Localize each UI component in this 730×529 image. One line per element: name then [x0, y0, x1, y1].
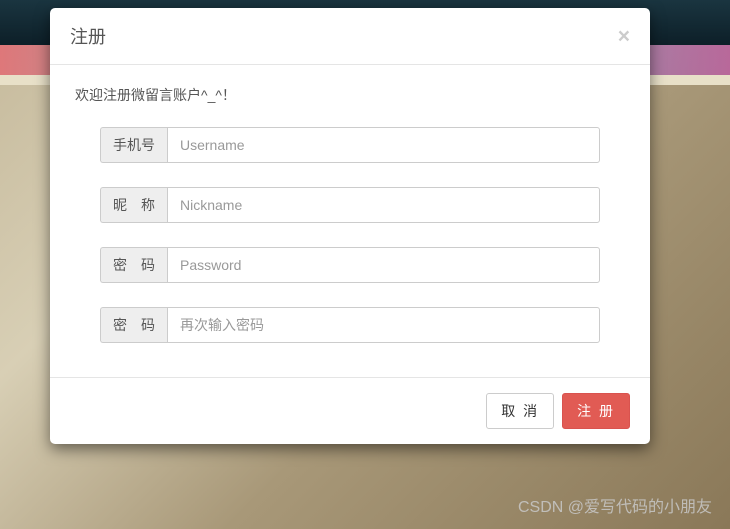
welcome-text: 欢迎注册微留言账户^_^！ [75, 85, 625, 105]
modal-footer: 取 消 注 册 [50, 377, 650, 444]
cancel-button[interactable]: 取 消 [486, 393, 554, 429]
modal-body: 欢迎注册微留言账户^_^！ 手机号 昵 称 密 码 密 码 [50, 65, 650, 377]
register-modal: 注册 × 欢迎注册微留言账户^_^！ 手机号 昵 称 密 码 密 码 [50, 8, 650, 444]
nickname-input[interactable] [167, 187, 600, 223]
password-confirm-label: 密 码 [100, 307, 167, 343]
watermark: CSDN @爱写代码的小朋友 [518, 493, 712, 517]
phone-input[interactable] [167, 127, 600, 163]
form-group-password-confirm: 密 码 [75, 307, 625, 343]
modal-header: 注册 × [50, 8, 650, 65]
form-group-password: 密 码 [75, 247, 625, 283]
modal-title: 注册 [70, 23, 106, 49]
form-group-nickname: 昵 称 [75, 187, 625, 223]
phone-label: 手机号 [100, 127, 167, 163]
password-input[interactable] [167, 247, 600, 283]
form-group-phone: 手机号 [75, 127, 625, 163]
submit-button[interactable]: 注 册 [562, 393, 630, 429]
password-confirm-input[interactable] [167, 307, 600, 343]
close-icon[interactable]: × [618, 26, 630, 47]
password-label: 密 码 [100, 247, 167, 283]
nickname-label: 昵 称 [100, 187, 167, 223]
